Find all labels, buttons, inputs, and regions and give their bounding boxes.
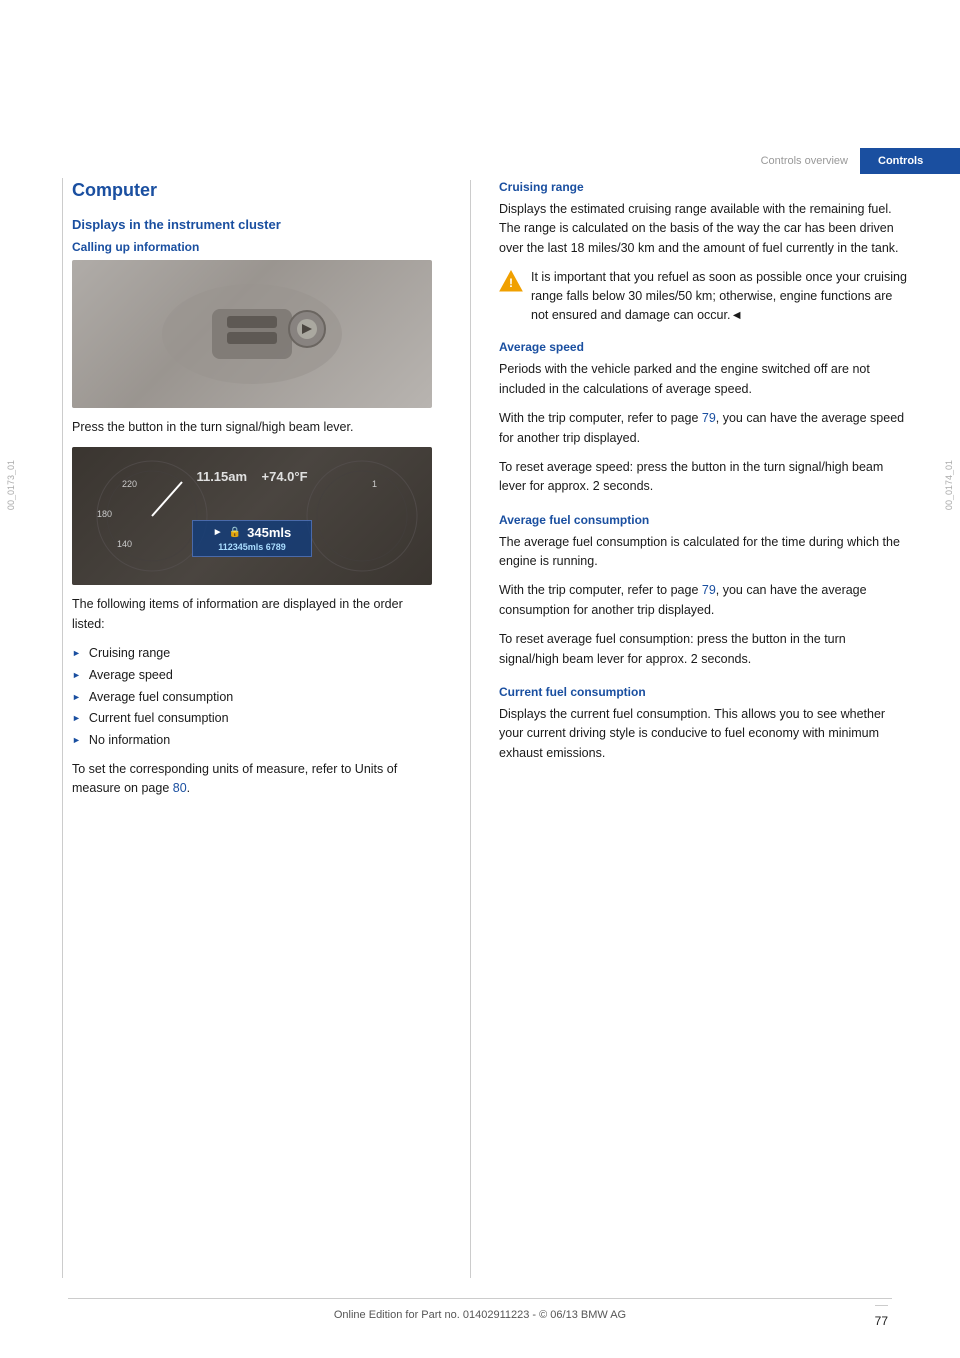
cruising-range-body: Displays the estimated cruising range av… xyxy=(499,200,908,258)
current-fuel-body: Displays the current fuel consumption. T… xyxy=(499,705,908,763)
press-text: Press the button in the turn signal/high… xyxy=(72,418,432,437)
warning-triangle-icon: ! xyxy=(499,270,523,295)
svg-text:180: 180 xyxy=(97,509,112,519)
instrument-cluster-image-1 xyxy=(72,260,432,408)
average-speed-title: Average speed xyxy=(499,340,908,354)
cruising-range-section: Cruising range Displays the estimated cr… xyxy=(499,180,908,324)
list-item-label-3: Average fuel consumption xyxy=(89,688,233,707)
bullet-list: ► Cruising range ► Average speed ► Avera… xyxy=(72,644,432,750)
units-text: To set the corresponding units of measur… xyxy=(72,760,432,799)
controls-overview-text: Controls overview xyxy=(761,155,848,167)
controls-overview-label: Controls overview xyxy=(749,148,860,174)
page-number: 77 xyxy=(875,1305,888,1328)
cluster-time: 11.15am +74.0°F xyxy=(196,469,307,484)
section-title: Computer xyxy=(72,180,432,201)
list-item-label-5: No information xyxy=(89,731,170,750)
average-speed-section: Average speed Periods with the vehicle p… xyxy=(499,340,908,496)
avg-fuel-body1: The average fuel consumption is calculat… xyxy=(499,533,908,572)
avg-speed-body3: To reset average speed: press the button… xyxy=(499,458,908,497)
header-bar: Controls overview Controls xyxy=(749,148,960,174)
units-text-end: . xyxy=(187,781,190,795)
bullet-arrow-2: ► xyxy=(72,669,81,683)
right-column: Cruising range Displays the estimated cr… xyxy=(470,180,960,1278)
warning-svg: ! xyxy=(499,270,523,292)
lever-svg xyxy=(152,274,352,394)
sub-subsection-title: Calling up information xyxy=(72,240,432,254)
display-range: 345mls xyxy=(247,525,291,540)
list-item: ► Average fuel consumption xyxy=(72,688,432,707)
display-mileage: 112345mls 6789 xyxy=(203,542,301,552)
svg-text:220: 220 xyxy=(122,479,137,489)
cluster-img-1-bg xyxy=(72,260,432,408)
list-item-label-2: Average speed xyxy=(89,666,173,685)
display-temp: +74.0°F xyxy=(262,469,308,484)
avg-speed-link[interactable]: 79 xyxy=(702,411,716,425)
average-fuel-section: Average fuel consumption The average fue… xyxy=(499,513,908,669)
average-fuel-title: Average fuel consumption xyxy=(499,513,908,527)
footer-text: Online Edition for Part no. 01402911223 … xyxy=(334,1309,626,1321)
svg-text:!: ! xyxy=(509,276,513,290)
list-item: ► Average speed xyxy=(72,666,432,685)
cluster-img-2-bg: 220 180 140 1 11.15am +74.0°F xyxy=(72,447,432,585)
avg-fuel-prefix: With the trip computer, refer to page xyxy=(499,583,702,597)
footer-area: Online Edition for Part no. 01402911223 … xyxy=(68,1298,892,1358)
list-item-label-1: Cruising range xyxy=(89,644,170,663)
cruising-range-title: Cruising range xyxy=(499,180,908,194)
left-column: Computer Displays in the instrument clus… xyxy=(0,180,460,1278)
avg-speed-body1: Periods with the vehicle parked and the … xyxy=(499,360,908,399)
svg-text:140: 140 xyxy=(117,539,132,549)
warning-box: ! It is important that you refuel as soo… xyxy=(499,268,908,324)
current-fuel-title: Current fuel consumption xyxy=(499,685,908,699)
gauge-svg: 220 180 140 1 xyxy=(72,447,432,585)
current-fuel-section: Current fuel consumption Displays the cu… xyxy=(499,685,908,763)
avg-fuel-link[interactable]: 79 xyxy=(702,583,716,597)
bullet-arrow-1: ► xyxy=(72,647,81,661)
subsection-title: Displays in the instrument cluster xyxy=(72,217,432,232)
warning-text: It is important that you refuel as soon … xyxy=(531,268,908,324)
avg-fuel-body2: With the trip computer, refer to page 79… xyxy=(499,581,908,620)
bullet-arrow-3: ► xyxy=(72,691,81,705)
list-item: ► Current fuel consumption xyxy=(72,709,432,728)
avg-speed-prefix: With the trip computer, refer to page xyxy=(499,411,702,425)
avg-speed-body2: With the trip computer, refer to page 79… xyxy=(499,409,908,448)
avg-fuel-body3: To reset average fuel consumption: press… xyxy=(499,630,908,669)
display-time: 11.15am xyxy=(196,469,247,484)
units-link[interactable]: 80 xyxy=(173,781,187,795)
list-item-label-4: Current fuel consumption xyxy=(89,709,229,728)
controls-text: Controls xyxy=(878,155,923,167)
instrument-cluster-image-2: 220 180 140 1 11.15am +74.0°F xyxy=(72,447,432,585)
units-text-prefix: To set the corresponding units of measur… xyxy=(72,762,397,795)
following-text: The following items of information are d… xyxy=(72,595,432,634)
list-item: ► No information xyxy=(72,731,432,750)
main-content: Computer Displays in the instrument clus… xyxy=(0,180,960,1278)
bullet-arrow-5: ► xyxy=(72,734,81,748)
cluster-display-box: ► 🔒 345mls 112345mls 6789 xyxy=(192,520,312,557)
svg-text:1: 1 xyxy=(372,479,377,489)
list-item: ► Cruising range xyxy=(72,644,432,663)
controls-label: Controls xyxy=(860,148,960,174)
bullet-arrow-4: ► xyxy=(72,712,81,726)
